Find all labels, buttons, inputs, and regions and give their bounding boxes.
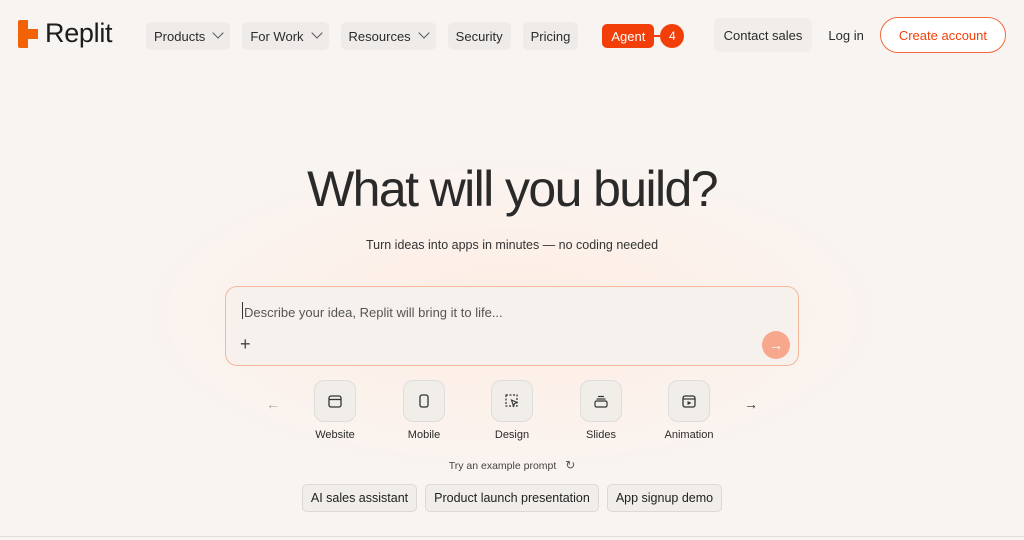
try-example-label: Try an example prompt <box>448 460 557 472</box>
site-header: Replit Products For Work Resources Secur… <box>0 0 1024 70</box>
header-actions: Contact sales Log in Create account <box>713 17 1006 53</box>
category-slides[interactable]: Slides <box>566 380 636 441</box>
example-chip[interactable]: Product launch presentation <box>425 484 599 512</box>
nav-resources-label: Resources <box>348 28 411 44</box>
agent-button[interactable]: Agent <box>602 24 655 48</box>
design-select-icon <box>491 380 533 422</box>
phone-icon <box>403 380 445 422</box>
slides-stack-icon <box>580 380 622 422</box>
agent-count-badge: 4 <box>660 24 685 48</box>
create-account-button[interactable]: Create account <box>879 17 1006 53</box>
nav-for-work-label: For Work <box>250 28 304 44</box>
category-mobile-label: Mobile <box>407 429 441 441</box>
category-website[interactable]: Website <box>300 380 370 441</box>
chevron-down-icon <box>310 27 323 39</box>
category-design-label: Design <box>494 429 530 441</box>
carousel-prev-button[interactable]: ← <box>262 393 284 415</box>
category-mobile[interactable]: Mobile <box>389 380 459 441</box>
browser-window-icon <box>314 380 356 422</box>
category-slides-label: Slides <box>586 429 616 441</box>
replit-logo[interactable]: Replit <box>18 18 113 49</box>
example-chip[interactable]: App signup demo <box>606 484 723 512</box>
agent-nav: Agent 4 <box>602 24 685 48</box>
chevron-down-icon <box>418 27 430 39</box>
nav-products[interactable]: Products <box>146 22 231 50</box>
nav-pricing-label: Pricing <box>530 28 571 44</box>
hero-title: What will you build? <box>307 161 718 217</box>
category-design[interactable]: Design <box>477 380 547 441</box>
category-animation[interactable]: Animation <box>654 380 724 441</box>
logo-wordmark: Replit <box>45 18 113 48</box>
nav-resources[interactable]: Resources <box>340 22 436 50</box>
login-link[interactable]: Log in <box>820 18 871 52</box>
nav-products-label: Products <box>154 28 206 44</box>
carousel-next-button[interactable]: → <box>740 393 762 415</box>
contact-sales-link[interactable]: Contact sales <box>713 18 813 52</box>
idea-prompt-input[interactable] <box>242 300 766 324</box>
hero-subtitle: Turn ideas into apps in minutes — no cod… <box>365 238 659 252</box>
example-prompt-row: Try an example prompt ↻ <box>0 458 1024 472</box>
replit-logo-icon <box>18 19 38 48</box>
add-attachment-icon[interactable]: + <box>240 335 251 353</box>
nav-security-label: Security <box>455 28 503 44</box>
main-nav: Products For Work Resources Security Pri… <box>146 22 685 50</box>
nav-pricing[interactable]: Pricing <box>522 22 579 50</box>
refresh-icon[interactable]: ↻ <box>565 458 575 472</box>
nav-for-work[interactable]: For Work <box>242 22 329 50</box>
example-chip[interactable]: AI sales assistant <box>301 484 418 512</box>
chevron-down-icon <box>212 27 224 39</box>
animation-play-icon <box>668 380 710 422</box>
example-chips: AI sales assistant Product launch presen… <box>0 484 1024 512</box>
category-animation-label: Animation <box>664 429 714 441</box>
nav-security[interactable]: Security <box>447 22 511 50</box>
category-website-label: Website <box>315 429 355 441</box>
send-prompt-button[interactable]: → <box>762 331 790 359</box>
text-caret <box>242 302 243 319</box>
page-divider <box>0 536 1024 537</box>
prompt-box: + → <box>225 286 799 366</box>
